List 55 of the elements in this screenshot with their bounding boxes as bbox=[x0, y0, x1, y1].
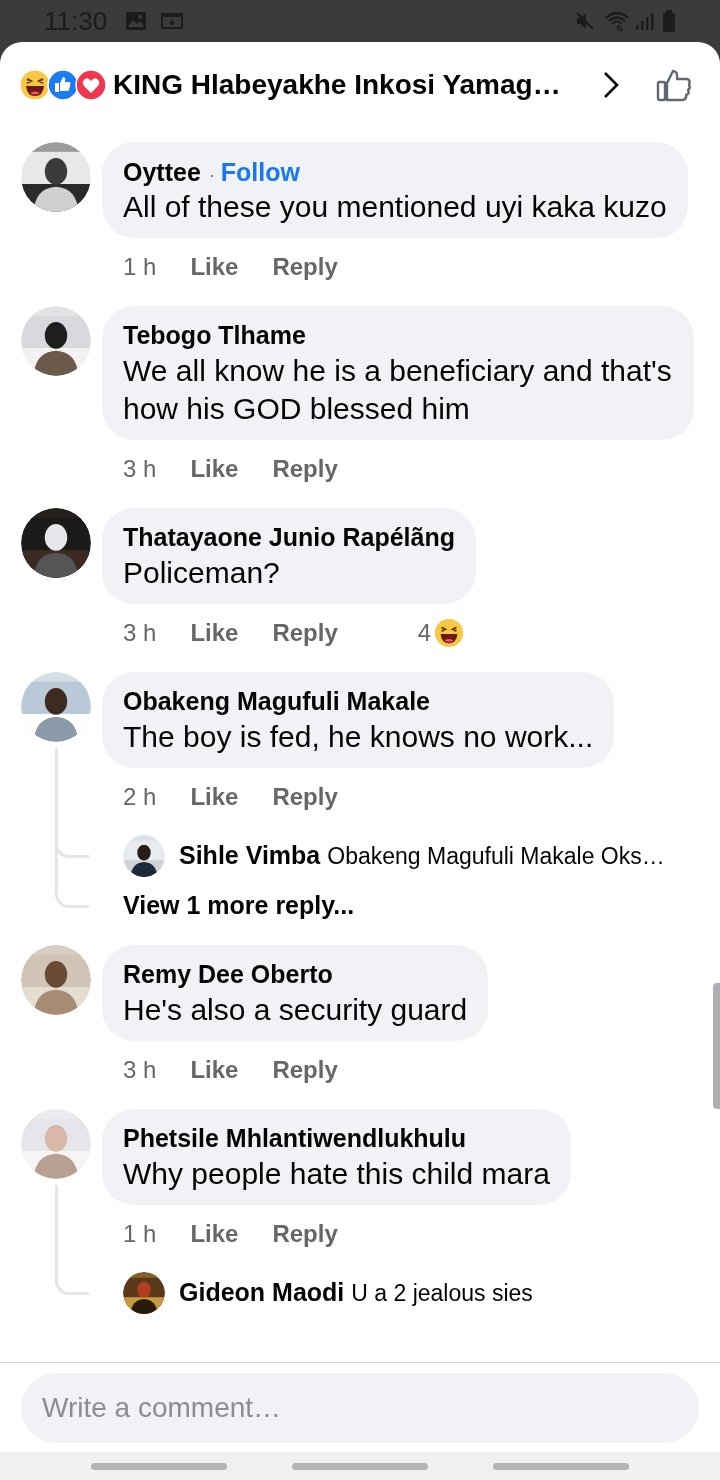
commenter-name[interactable]: Thatayaone Junio Rapélãng bbox=[123, 520, 455, 554]
scrollbar[interactable] bbox=[713, 983, 720, 1109]
laugh-icon bbox=[19, 69, 51, 101]
wifi-icon bbox=[604, 10, 630, 32]
signal-icon bbox=[634, 11, 654, 31]
reply-text: U a 2 jealous sies bbox=[351, 1278, 533, 1308]
nav-handle[interactable] bbox=[493, 1462, 629, 1470]
timestamp: 1 h bbox=[123, 252, 157, 282]
reply-author[interactable]: Gideon Maodi bbox=[179, 1274, 345, 1312]
timestamp: 3 h bbox=[123, 454, 157, 484]
separator-dot: · bbox=[208, 164, 215, 187]
like-button[interactable]: Like bbox=[190, 615, 239, 651]
commenter-name[interactable]: Obakeng Magufuli Makale bbox=[123, 684, 430, 718]
timestamp: 3 h bbox=[123, 1055, 157, 1085]
comment-text: He's also a security guard bbox=[123, 992, 468, 1028]
chevron-right-icon[interactable] bbox=[602, 70, 620, 100]
commenter-name[interactable]: Phetsile Mhlantiwendlukhulu bbox=[123, 1121, 467, 1155]
comment-text: Policeman? bbox=[123, 555, 281, 591]
reply-button[interactable]: Reply bbox=[272, 1052, 338, 1088]
reply-button[interactable]: Reply bbox=[272, 615, 338, 651]
like-button[interactable]: Like bbox=[190, 1216, 239, 1252]
reply-button[interactable]: Reply bbox=[272, 779, 338, 815]
comment-text: We all know he is a beneficiary and that's how his GOD blessed him bbox=[123, 353, 673, 427]
reply-author[interactable]: Sihle Vimba bbox=[179, 837, 321, 875]
laugh-icon bbox=[434, 618, 465, 648]
like-button[interactable]: Like bbox=[190, 451, 239, 487]
nav-handle[interactable] bbox=[292, 1462, 428, 1470]
comment-text: Why people hate this child mara bbox=[123, 1156, 550, 1192]
mute-icon bbox=[574, 10, 596, 32]
reaction-count: 4 bbox=[417, 618, 432, 648]
gallery-icon bbox=[125, 11, 148, 31]
like-button[interactable]: Like bbox=[190, 249, 239, 285]
comment-input[interactable]: Write a comment… bbox=[21, 1372, 699, 1443]
reply-button[interactable]: Reply bbox=[272, 1216, 338, 1252]
comment-text: All of these you mentioned uyi kaka kuzo bbox=[123, 189, 667, 225]
follow-link[interactable]: Follow bbox=[220, 154, 300, 192]
like-reaction-icon bbox=[47, 69, 79, 101]
timestamp: 1 h bbox=[123, 1219, 157, 1249]
commenter-name[interactable]: Oyttee bbox=[123, 155, 201, 189]
battery-icon bbox=[662, 10, 676, 32]
commenter-name[interactable]: Remy Dee Oberto bbox=[123, 957, 333, 991]
reply-text: Obakeng Magufuli Makale Oks… bbox=[327, 841, 665, 871]
nav-handle[interactable] bbox=[91, 1462, 227, 1470]
reply-button[interactable]: Reply bbox=[272, 451, 338, 487]
commenter-name[interactable]: Tebogo Tlhame bbox=[123, 318, 306, 352]
like-icon[interactable] bbox=[656, 68, 692, 102]
like-button[interactable]: Like bbox=[190, 779, 239, 815]
comment-text: The boy is fed, he knows no work... bbox=[123, 719, 594, 755]
film-icon bbox=[161, 12, 184, 30]
view-replies-link[interactable]: View 1 more reply... bbox=[123, 887, 355, 925]
header-title: KING Hlabeyakhe Inkosi Yamag… bbox=[113, 68, 561, 102]
like-button[interactable]: Like bbox=[190, 1052, 239, 1088]
timestamp: 3 h bbox=[123, 618, 157, 648]
reply-button[interactable]: Reply bbox=[272, 249, 338, 285]
timestamp: 2 h bbox=[123, 782, 157, 812]
